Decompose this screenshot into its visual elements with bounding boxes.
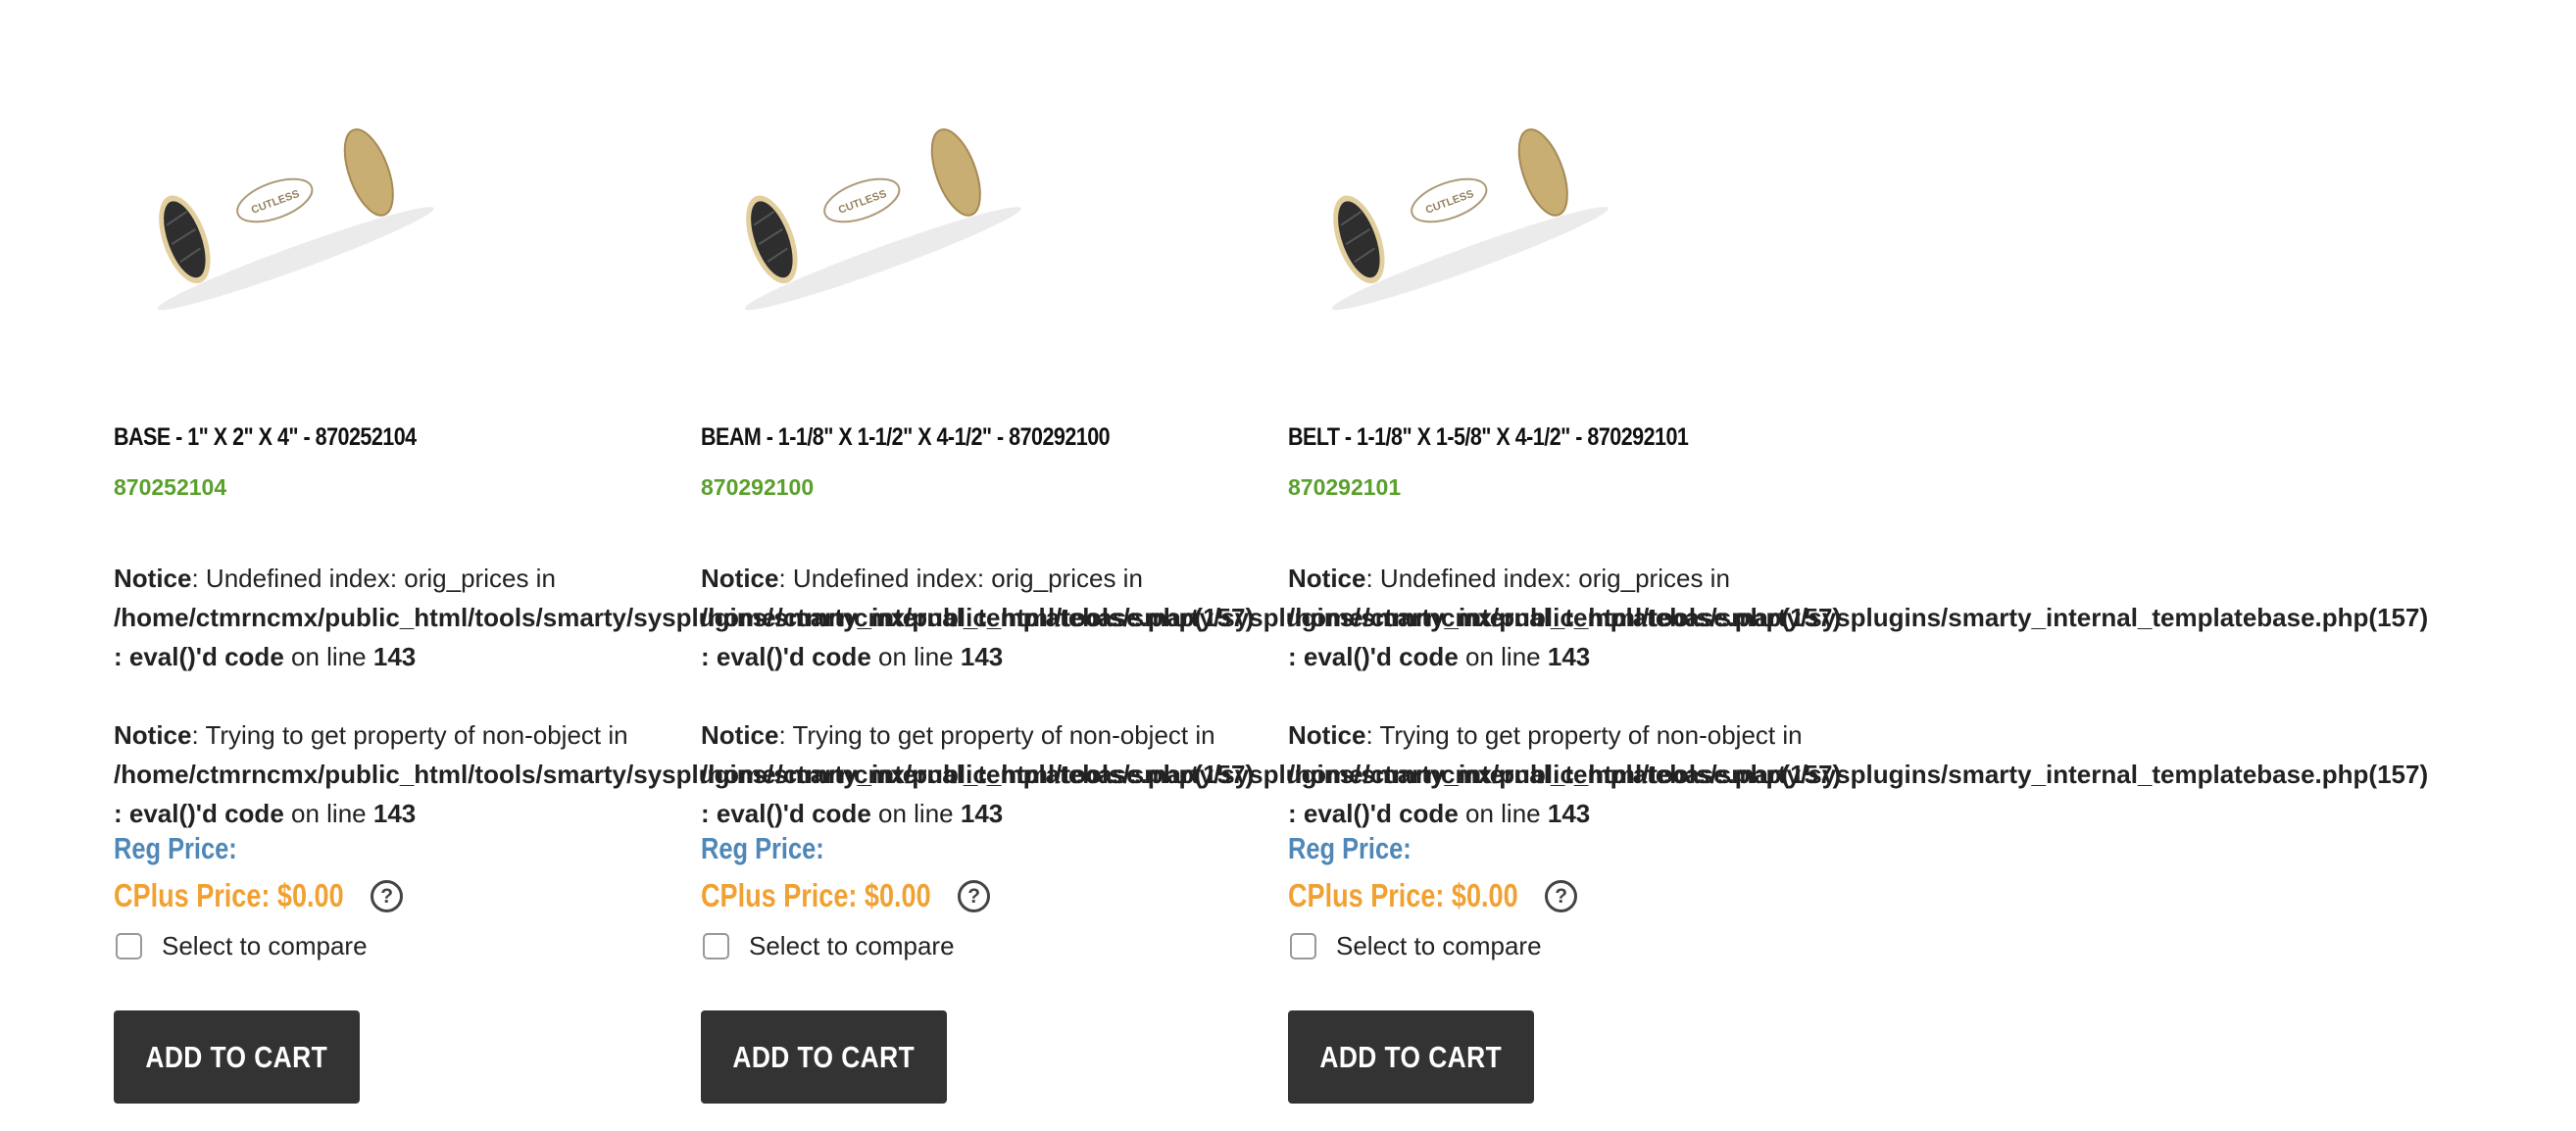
compare-checkbox[interactable] [703,933,729,959]
reg-price-label: Reg Price: [114,831,237,865]
notice-eval: : eval()'d code [1288,642,1459,671]
reg-price-label: Reg Price: [701,831,824,865]
notice-eval: : eval()'d code [114,799,284,828]
product-title[interactable]: BELT - 1-1/8" X 1-5/8" X 4-1/2" - 870292… [1288,423,1689,452]
php-notice-non-object: Notice: Trying to get property of non-ob… [1288,715,2428,833]
compare-label[interactable]: Select to compare [162,931,368,961]
compare-checkbox[interactable] [1290,933,1316,959]
product-title[interactable]: BEAM - 1-1/8" X 1-1/2" X 4-1/2" - 870292… [701,423,1111,452]
help-icon[interactable]: ? [958,879,991,912]
compare-checkbox[interactable] [116,933,142,959]
product-image[interactable]: CUTLESS [103,90,451,325]
notice-line-number: 143 [1547,799,1591,828]
product-sku: 870252104 [114,474,227,500]
notice-message: : Undefined index: orig_prices in [778,564,1143,593]
notice-label: Notice [1288,720,1366,750]
notice-label: Notice [701,564,779,593]
notice-message: : Undefined index: orig_prices in [191,564,556,593]
notice-eval: : eval()'d code [701,642,871,671]
notice-message: : Undefined index: orig_prices in [1365,564,1730,593]
notice-line-number: 143 [1547,642,1591,671]
notice-label: Notice [1288,564,1366,593]
notice-message: : Trying to get property of non-object i… [191,720,628,750]
notice-on-line: on line [283,799,373,828]
add-to-cart-button[interactable]: ADD TO CART [114,1010,360,1104]
cplus-price: CPlus Price: $0.00 [701,877,931,913]
cplus-price-row: CPlus Price: $0.00 ? [114,877,404,914]
bearing-sleeve-image: CUTLESS [744,128,1021,311]
help-icon[interactable]: ? [1545,879,1578,912]
notice-eval: : eval()'d code [701,799,871,828]
notice-on-line: on line [1458,642,1548,671]
notice-on-line: on line [870,642,961,671]
add-to-cart-label: ADD TO CART [145,1039,328,1074]
compare-label[interactable]: Select to compare [749,931,955,961]
notice-label: Notice [701,720,779,750]
bearing-sleeve-image: CUTLESS [157,128,434,311]
notice-path: /home/ctmrncmx/public_html/tools/smarty/… [1288,760,2429,789]
notice-line-number: 143 [960,642,1004,671]
product-image[interactable]: CUTLESS [690,90,1038,325]
product-title[interactable]: BASE - 1" X 2" X 4" - 870252104 [114,423,417,452]
php-notice-undefined-index: Notice: Undefined index: orig_prices in … [1288,559,2428,676]
cplus-price: CPlus Price: $0.00 [114,877,344,913]
notice-line-number: 143 [372,642,417,671]
notice-eval: : eval()'d code [114,642,284,671]
notice-on-line: on line [1458,799,1548,828]
notice-path: /home/ctmrncmx/public_html/tools/smarty/… [1288,603,2429,632]
notice-line-number: 143 [372,799,417,828]
add-to-cart-label: ADD TO CART [1319,1039,1503,1074]
add-to-cart-button[interactable]: ADD TO CART [1288,1010,1534,1104]
compare-row[interactable]: Select to compare [703,931,955,961]
notice-message: : Trying to get property of non-object i… [778,720,1215,750]
product-sku: 870292100 [701,474,815,500]
add-to-cart-button[interactable]: ADD TO CART [701,1010,947,1104]
reg-price-label: Reg Price: [1288,831,1412,865]
notice-on-line: on line [870,799,961,828]
cplus-price-row: CPlus Price: $0.00 ? [701,877,991,914]
help-icon[interactable]: ? [371,879,404,912]
compare-label[interactable]: Select to compare [1336,931,1542,961]
compare-row[interactable]: Select to compare [116,931,368,961]
cplus-price: CPlus Price: $0.00 [1288,877,1518,913]
notice-on-line: on line [283,642,373,671]
product-sku: 870292101 [1288,474,1402,500]
compare-row[interactable]: Select to compare [1290,931,1542,961]
add-to-cart-label: ADD TO CART [732,1039,916,1074]
bearing-sleeve-image: CUTLESS [1331,128,1609,311]
product-image[interactable]: CUTLESS [1277,90,1625,325]
notice-line-number: 143 [960,799,1004,828]
notice-message: : Trying to get property of non-object i… [1365,720,1803,750]
notice-label: Notice [114,564,192,593]
cplus-price-row: CPlus Price: $0.00 ? [1288,877,1578,914]
notice-eval: : eval()'d code [1288,799,1459,828]
notice-label: Notice [114,720,192,750]
